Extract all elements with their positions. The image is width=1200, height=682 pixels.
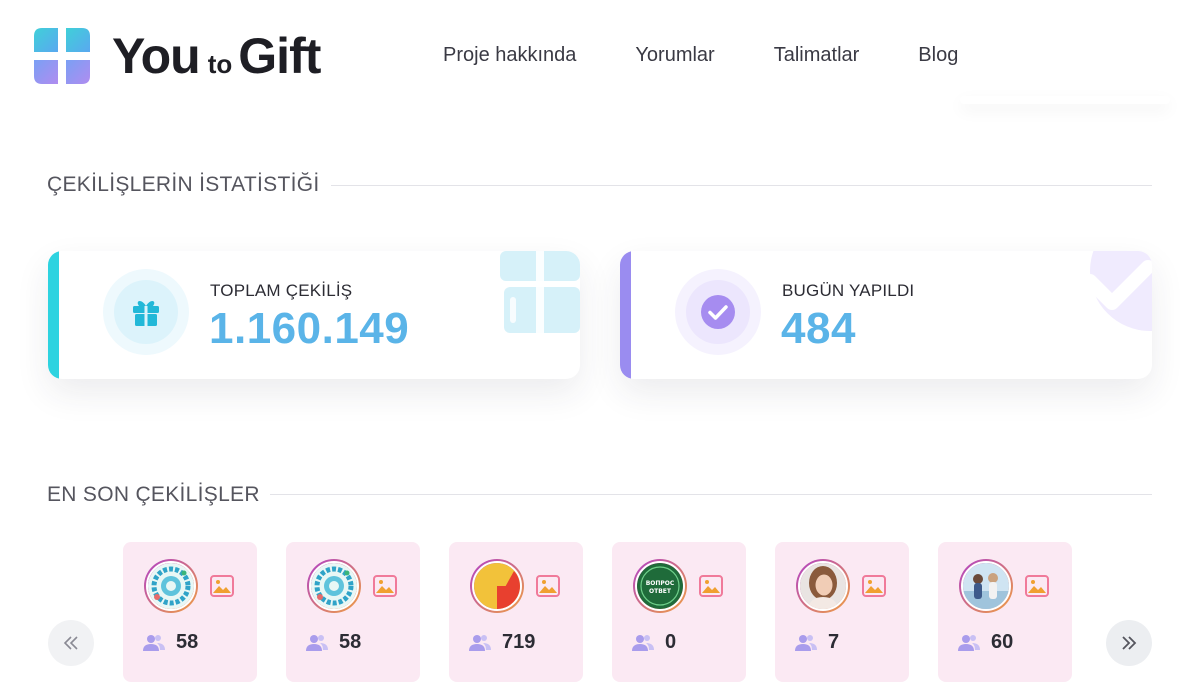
nav-link-about[interactable]: Proje hakkında	[443, 44, 576, 67]
gift-watermark-icon	[500, 251, 580, 333]
brand-gift: Gift	[238, 28, 321, 84]
giveaway-card[interactable]: 719	[449, 542, 583, 682]
carousel-next-button[interactable]	[1106, 620, 1152, 666]
image-icon	[862, 575, 886, 597]
brand-name: You to Gift	[112, 28, 321, 84]
stat-label-total: TOPLAM ÇEKİLİŞ	[210, 281, 353, 300]
stat-value-total: 1.160.149	[209, 304, 410, 353]
green-badge-line-1: ВОПРОС	[646, 580, 675, 587]
participants-count: 7	[828, 631, 840, 653]
check-circle-icon	[686, 280, 750, 344]
main-nav: Proje hakkında Yorumlar Talimatlar Blog	[443, 44, 958, 67]
giveaway-avatar[interactable]	[470, 559, 524, 613]
blue-wreath-avatar-icon	[148, 563, 194, 609]
logo-mark-icon	[34, 28, 90, 84]
giveaway-avatar[interactable]	[796, 559, 850, 613]
stat-card-today: BUGÜN YAPILDI 484	[620, 251, 1152, 379]
stats-section-title: ÇEKİLİŞLERİN İSTATİSTİĞİ	[47, 173, 320, 196]
recent-section-divider	[270, 494, 1152, 495]
stat-card-accent	[48, 251, 59, 379]
stat-label-today: BUGÜN YAPILDI	[782, 281, 915, 300]
stat-card-total: TOPLAM ÇEKİLİŞ 1.160.149	[48, 251, 580, 379]
carousel-prev-button[interactable]	[48, 620, 94, 666]
blue-wreath-avatar-icon	[311, 563, 357, 609]
nav-link-reviews[interactable]: Yorumlar	[635, 44, 714, 67]
giveaway-card[interactable]: 58	[286, 542, 420, 682]
stats-section-divider	[331, 185, 1152, 186]
participants-count: 719	[502, 631, 536, 653]
participants-icon	[143, 635, 165, 651]
giveaway-avatar[interactable]	[959, 559, 1013, 613]
stat-value-today: 484	[781, 304, 856, 353]
nav-dropdown-shadow	[960, 96, 1170, 104]
green-badge-line-2: ОТВЕТ	[649, 588, 672, 595]
giveaway-avatar[interactable]	[144, 559, 198, 613]
brand-you: You	[112, 28, 201, 84]
giveaway-avatar[interactable]	[307, 559, 361, 613]
stat-icon-ring	[103, 269, 189, 355]
nav-link-blog[interactable]: Blog	[918, 44, 958, 67]
image-icon	[699, 575, 723, 597]
giveaway-avatar[interactable]: ВОПРОС ОТВЕТ	[633, 559, 687, 613]
brand-logo[interactable]: You to Gift	[34, 28, 321, 84]
stat-icon-ring	[675, 269, 761, 355]
giveaway-card[interactable]: 58	[123, 542, 257, 682]
image-icon	[210, 575, 234, 597]
group-photo-avatar-icon	[963, 563, 1009, 609]
giveaway-card[interactable]: ВОПРОС ОТВЕТ 0	[612, 542, 746, 682]
green-badge-avatar-icon: ВОПРОС ОТВЕТ	[637, 563, 683, 609]
participants-count: 0	[665, 631, 677, 653]
participants-icon	[795, 635, 817, 651]
participants-icon	[958, 635, 980, 651]
giveaway-card[interactable]: 60	[938, 542, 1072, 682]
gift-icon	[114, 280, 178, 344]
image-icon	[373, 575, 397, 597]
nav-link-instructions[interactable]: Talimatlar	[774, 44, 860, 67]
participants-icon	[469, 635, 491, 651]
participants-count: 58	[339, 631, 362, 653]
recent-section-title: EN SON ÇEKİLİŞLER	[47, 483, 260, 506]
participants-count: 58	[176, 631, 199, 653]
giveaway-card[interactable]: 7	[775, 542, 909, 682]
image-icon	[1025, 575, 1049, 597]
chevron-double-right-icon	[1122, 636, 1137, 650]
stat-card-accent	[620, 251, 631, 379]
brand-to: to	[207, 49, 233, 79]
chevron-double-left-icon	[63, 636, 78, 650]
image-icon	[536, 575, 560, 597]
participants-icon	[632, 635, 654, 651]
check-watermark-icon	[1083, 251, 1152, 331]
woman-portrait-avatar-icon	[800, 563, 846, 609]
participants-count: 60	[991, 631, 1014, 653]
yellow-red-circle-avatar-icon	[474, 563, 520, 609]
participants-icon	[306, 635, 328, 651]
